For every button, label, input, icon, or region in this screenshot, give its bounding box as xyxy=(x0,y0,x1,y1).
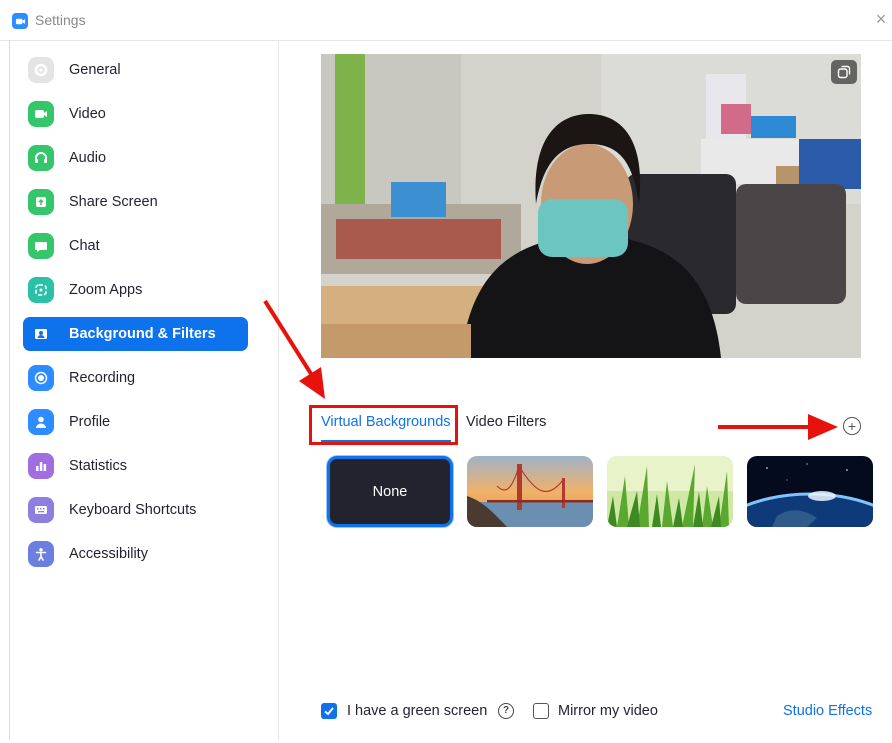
chat-bubble-icon xyxy=(28,233,54,259)
background-thumb-grass[interactable] xyxy=(607,456,733,527)
help-icon[interactable]: ? xyxy=(498,703,514,719)
studio-effects-link[interactable]: Studio Effects xyxy=(783,703,872,719)
video-camera-icon xyxy=(28,101,54,127)
sidebar-item-label: Video xyxy=(69,106,106,122)
annotation-highlight-box xyxy=(309,405,458,445)
sidebar-item-accessibility[interactable]: Accessibility xyxy=(23,537,248,571)
sidebar-item-label: Zoom Apps xyxy=(69,282,143,298)
settings-window: Settings × General Video Audio Share Scr… xyxy=(0,0,892,743)
sidebar-item-profile[interactable]: Profile xyxy=(23,405,248,439)
sidebar-item-keyboard-shortcuts[interactable]: Keyboard Shortcuts xyxy=(23,493,248,527)
sidebar-item-label: Statistics xyxy=(69,458,128,474)
close-icon[interactable]: × xyxy=(872,10,890,28)
sidebar-item-chat[interactable]: Chat xyxy=(23,229,248,263)
record-icon xyxy=(28,365,54,391)
background-thumb-none[interactable]: None xyxy=(327,456,453,527)
tab-video-filters[interactable]: Video Filters xyxy=(466,414,546,430)
sidebar-item-label: Audio xyxy=(69,150,107,166)
share-screen-icon xyxy=(28,189,54,215)
window-title: Settings xyxy=(35,12,86,28)
sidebar-item-audio[interactable]: Audio xyxy=(23,141,248,175)
sidebar-item-video[interactable]: Video xyxy=(23,97,248,131)
sidebar-item-label: Background & Filters xyxy=(69,326,216,342)
bar-chart-icon xyxy=(28,453,54,479)
title-bar: Settings × xyxy=(0,0,892,41)
sidebar-item-general[interactable]: General xyxy=(23,53,248,87)
sidebar-item-label: Profile xyxy=(69,414,111,430)
accessibility-icon xyxy=(28,541,54,567)
zoom-app-icon xyxy=(12,13,28,29)
background-thumb-golden-gate[interactable] xyxy=(467,456,593,527)
person-icon xyxy=(28,409,54,435)
sidebar-item-background-filters[interactable]: Background & Filters xyxy=(23,317,248,351)
sidebar-item-statistics[interactable]: Statistics xyxy=(23,449,248,483)
keyboard-icon xyxy=(28,497,54,523)
green-screen-label: I have a green screen xyxy=(347,703,488,719)
copy-icon[interactable] xyxy=(831,60,857,84)
plus-circle-icon[interactable]: + xyxy=(843,417,861,435)
gear-icon xyxy=(28,57,54,83)
sidebar-item-label: Recording xyxy=(69,370,136,386)
mirror-video-label: Mirror my video xyxy=(558,703,658,719)
camera-preview xyxy=(321,54,861,358)
sidebar-item-share-screen[interactable]: Share Screen xyxy=(23,185,248,219)
sidebar-item-label: Keyboard Shortcuts xyxy=(69,502,197,518)
annotation-arrow-down xyxy=(263,299,325,399)
annotation-arrow-right xyxy=(718,414,838,440)
sidebar-item-zoom-apps[interactable]: Zoom Apps xyxy=(23,273,248,307)
background-thumb-earth[interactable] xyxy=(747,456,873,527)
sidebar-item-label: Chat xyxy=(69,238,100,254)
sidebar: General Video Audio Share Screen Chat Zo… xyxy=(10,41,279,741)
sidebar-item-label: Share Screen xyxy=(69,194,158,210)
sidebar-item-recording[interactable]: Recording xyxy=(23,361,248,395)
mirror-video-checkbox[interactable] xyxy=(533,703,549,719)
sidebar-item-label: General xyxy=(69,62,121,78)
background-icon xyxy=(28,321,54,347)
background-thumb-label: None xyxy=(372,483,408,500)
apps-icon xyxy=(28,277,54,303)
headphones-icon xyxy=(28,145,54,171)
sidebar-item-label: Accessibility xyxy=(69,546,148,562)
green-screen-checkbox[interactable] xyxy=(321,703,337,719)
